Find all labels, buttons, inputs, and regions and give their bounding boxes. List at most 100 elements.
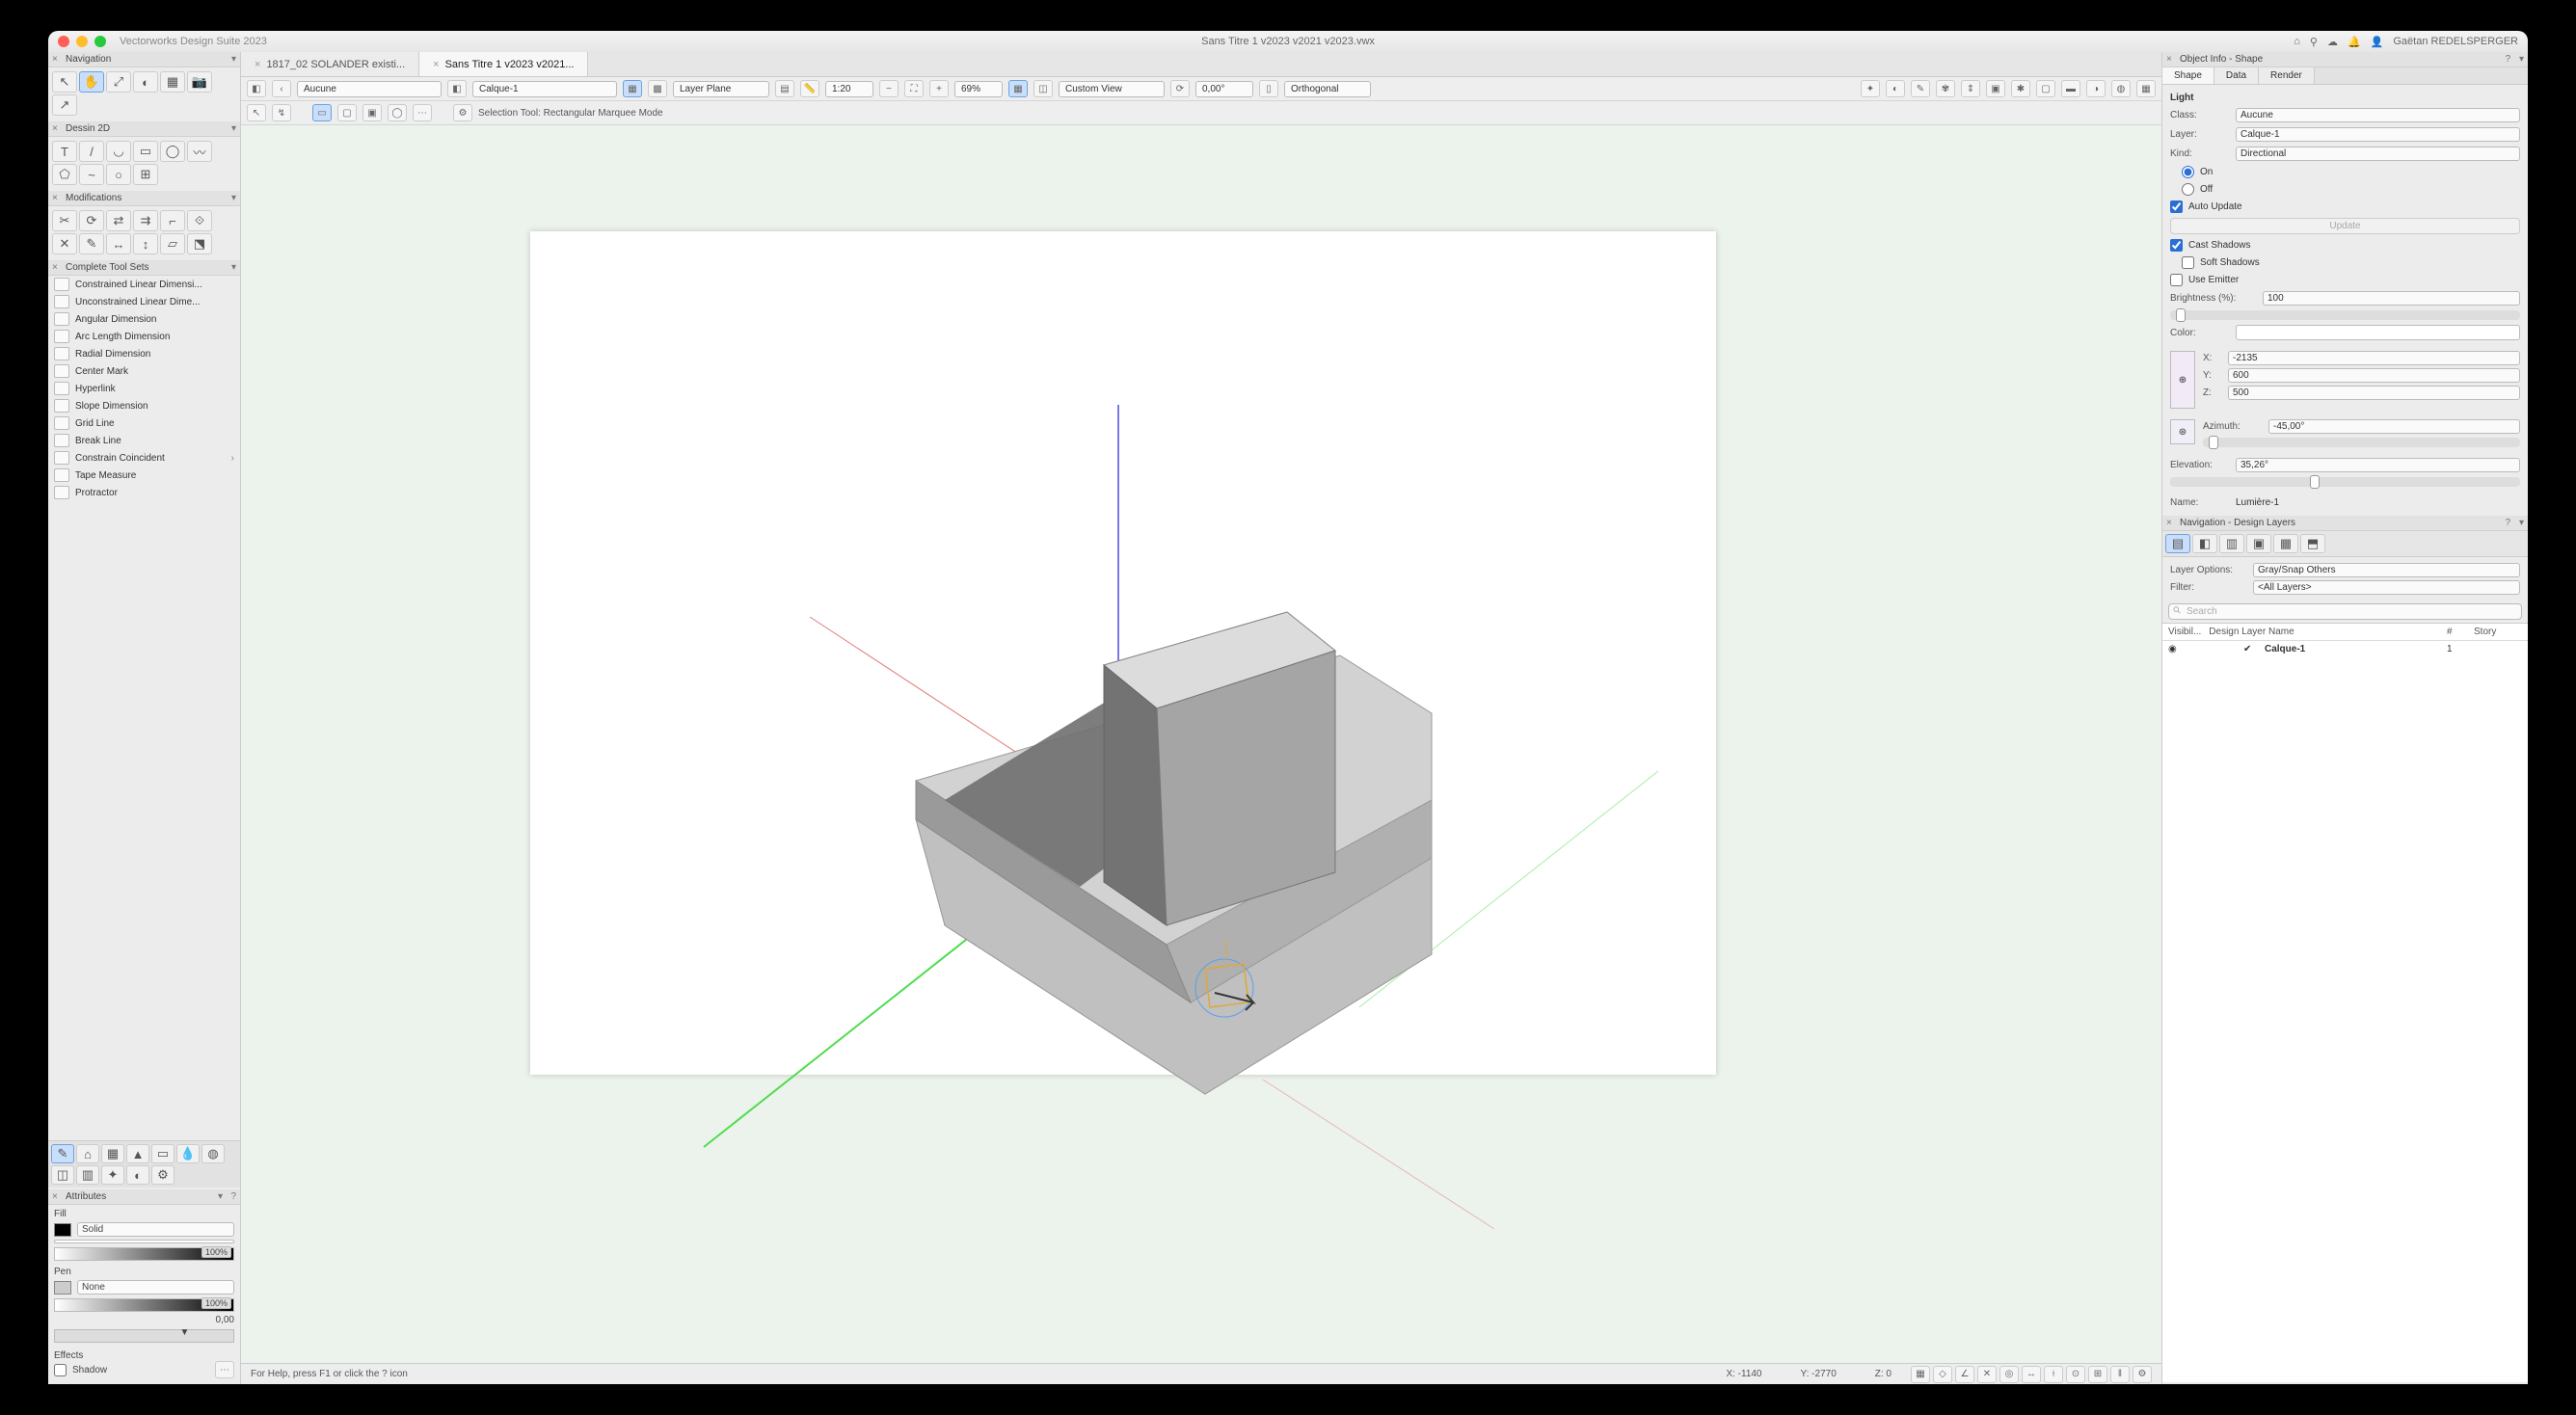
classes-tab-icon[interactable]: ◧	[2192, 534, 2217, 553]
menu-icon[interactable]: ▾	[231, 54, 236, 65]
bell-icon[interactable]: 🔔	[2348, 36, 2361, 48]
snap-working-icon[interactable]: ⊞	[2088, 1366, 2107, 1383]
mirror-tool-icon[interactable]: ⇄	[106, 210, 131, 231]
table-row[interactable]: ◉ ✔ Calque-1 1	[2162, 641, 2528, 657]
split-tool-icon[interactable]: ✕	[52, 233, 77, 254]
walkthrough-tool-icon[interactable]: ▦	[160, 71, 185, 93]
list-item[interactable]: Constrain Coincident›	[50, 449, 238, 467]
zoom-fit-icon[interactable]: ⛶	[904, 80, 924, 97]
close-icon[interactable]: ×	[2166, 518, 2172, 528]
render-wireframe-icon[interactable]: ✦	[1861, 80, 1880, 97]
tab-render[interactable]: Render	[2259, 67, 2315, 84]
user-icon[interactable]: 👤	[2371, 36, 2384, 48]
camera-match-icon[interactable]: ▦	[2136, 80, 2156, 97]
slider-knob-icon[interactable]	[2209, 436, 2218, 449]
viewports-tab-icon[interactable]: ▣	[2246, 534, 2271, 553]
line-weight-slider[interactable]: ▼	[54, 1329, 234, 1343]
col-num[interactable]: #	[2447, 627, 2466, 637]
push-pull-icon[interactable]: ⇕	[1961, 80, 1980, 97]
single-mode-icon[interactable]: ▢	[337, 104, 357, 121]
layer-dropdown[interactable]: Calque-1	[472, 81, 617, 97]
menu-icon[interactable]: ▾	[231, 262, 236, 273]
trim-tool-icon[interactable]: ✂	[52, 210, 77, 231]
layer-menu-icon[interactable]: ◧	[447, 80, 467, 97]
snap-object-icon[interactable]: ◇	[1933, 1366, 1952, 1383]
brightness-field[interactable]: 100	[2263, 291, 2520, 306]
zoom-in-icon[interactable]: +	[929, 80, 949, 97]
soft-shadows-checkbox[interactable]	[2182, 256, 2194, 269]
model3d-toolset-icon[interactable]: ◍	[201, 1144, 225, 1163]
cast-shadows-checkbox[interactable]	[2170, 239, 2183, 252]
cloud-icon[interactable]: ☁	[2327, 36, 2338, 48]
list-item[interactable]: Angular Dimension	[50, 310, 238, 328]
update-button[interactable]: Update	[2170, 218, 2520, 234]
snap-settings-icon[interactable]: ⚙	[2133, 1366, 2152, 1383]
class-dropdown[interactable]: Aucune	[297, 81, 442, 97]
render-final-icon[interactable]: ✾	[1936, 80, 1955, 97]
scale-dropdown[interactable]: 1:20	[825, 81, 873, 97]
pen-mode-dropdown[interactable]: None	[77, 1280, 234, 1295]
search-input[interactable]: Search	[2168, 603, 2522, 620]
document-tab[interactable]: ×1817_02 SOLANDER existi...	[241, 52, 419, 76]
menu-icon[interactable]: ▾	[231, 123, 236, 134]
position-mode-icon[interactable]: ⊕	[2170, 351, 2195, 409]
col-story[interactable]: Story	[2474, 627, 2522, 637]
zoom-out-icon[interactable]: −	[879, 80, 899, 97]
reshape-tool-icon[interactable]: ⟐	[187, 210, 212, 231]
active-check-icon[interactable]: ✔	[2243, 644, 2257, 654]
gear-icon[interactable]: ⚙	[151, 1165, 174, 1185]
close-icon[interactable]: ×	[255, 59, 260, 70]
list-item[interactable]: Radial Dimension	[50, 345, 238, 362]
rect-tool-icon[interactable]: ▭	[133, 141, 158, 162]
drawing-canvas[interactable]	[241, 125, 2161, 1363]
snap-edge-icon[interactable]: ⟊	[2044, 1366, 2063, 1383]
angle-field[interactable]: 0,00°	[1195, 81, 1253, 97]
sheet-layers-tab-icon[interactable]: ▥	[2219, 534, 2244, 553]
x-field[interactable]: -2135	[2228, 351, 2520, 365]
zoom-dropdown[interactable]: 69%	[954, 81, 1003, 97]
list-item[interactable]: Hyperlink	[50, 380, 238, 397]
view-dropdown[interactable]: Custom View	[1059, 81, 1165, 97]
shadow-settings-icon[interactable]: ⋯	[215, 1361, 234, 1378]
slider-knob-icon[interactable]	[2310, 475, 2320, 489]
clip-cube-icon[interactable]: ▢	[2036, 80, 2055, 97]
lighting-toolset-icon[interactable]: ✦	[101, 1165, 124, 1185]
cross-mode-icon[interactable]: ▣	[362, 104, 382, 121]
minimize-window-icon[interactable]	[76, 36, 88, 47]
heliodon-icon[interactable]: ◑	[2086, 80, 2106, 97]
text-tool-icon[interactable]: T	[52, 141, 77, 162]
line-tool-icon[interactable]: /	[79, 141, 104, 162]
elevation-slider[interactable]	[2170, 477, 2520, 487]
fill-opacity-slider[interactable]: 100%	[54, 1247, 234, 1261]
clip-tool-icon[interactable]: ▱	[160, 233, 185, 254]
close-icon[interactable]: ×	[52, 54, 58, 65]
fill-color-swatch[interactable]	[54, 1223, 71, 1237]
camera-tool-icon[interactable]: 📷	[187, 71, 212, 93]
rotation-icon[interactable]: ⟳	[1170, 80, 1190, 97]
snap-intersect-icon[interactable]: ✕	[1977, 1366, 1997, 1383]
snap-angle-icon[interactable]: ∠	[1955, 1366, 1974, 1383]
close-icon[interactable]: ×	[52, 193, 58, 203]
suspend-snap-icon[interactable]: ‖	[2110, 1366, 2130, 1383]
color-picker[interactable]	[2236, 325, 2520, 340]
col-name[interactable]: Design Layer Name	[2209, 627, 2439, 637]
freehand-tool-icon[interactable]: ~	[79, 164, 104, 185]
snap-smart-icon[interactable]: ◎	[1999, 1366, 2019, 1383]
hand-tool-icon[interactable]: ✋	[79, 71, 104, 93]
home-icon[interactable]: ⌂	[2294, 36, 2300, 47]
azimuth-icon[interactable]: ⊛	[2170, 419, 2195, 444]
class-menu-arrow-icon[interactable]: ‹	[272, 80, 291, 97]
help-icon[interactable]: ?	[2505, 518, 2510, 528]
building-toolset-icon[interactable]: ⌂	[76, 1144, 99, 1163]
menu-icon[interactable]: ▾	[2519, 518, 2524, 528]
plane-3d-icon[interactable]: ▩	[648, 80, 667, 97]
view-cube-icon[interactable]: ◫	[1033, 80, 1053, 97]
help-icon[interactable]: ?	[230, 1191, 236, 1202]
eyedropper-tool-icon[interactable]: ✎	[79, 233, 104, 254]
pen-opacity-slider[interactable]: 100%	[54, 1298, 234, 1312]
rotate-tool-icon[interactable]: ⟳	[79, 210, 104, 231]
shadow-checkbox[interactable]	[54, 1364, 67, 1376]
tab-data[interactable]: Data	[2214, 67, 2259, 84]
irrigation-toolset-icon[interactable]: 💧	[176, 1144, 200, 1163]
visibility-icon[interactable]: ◉	[2168, 644, 2236, 654]
